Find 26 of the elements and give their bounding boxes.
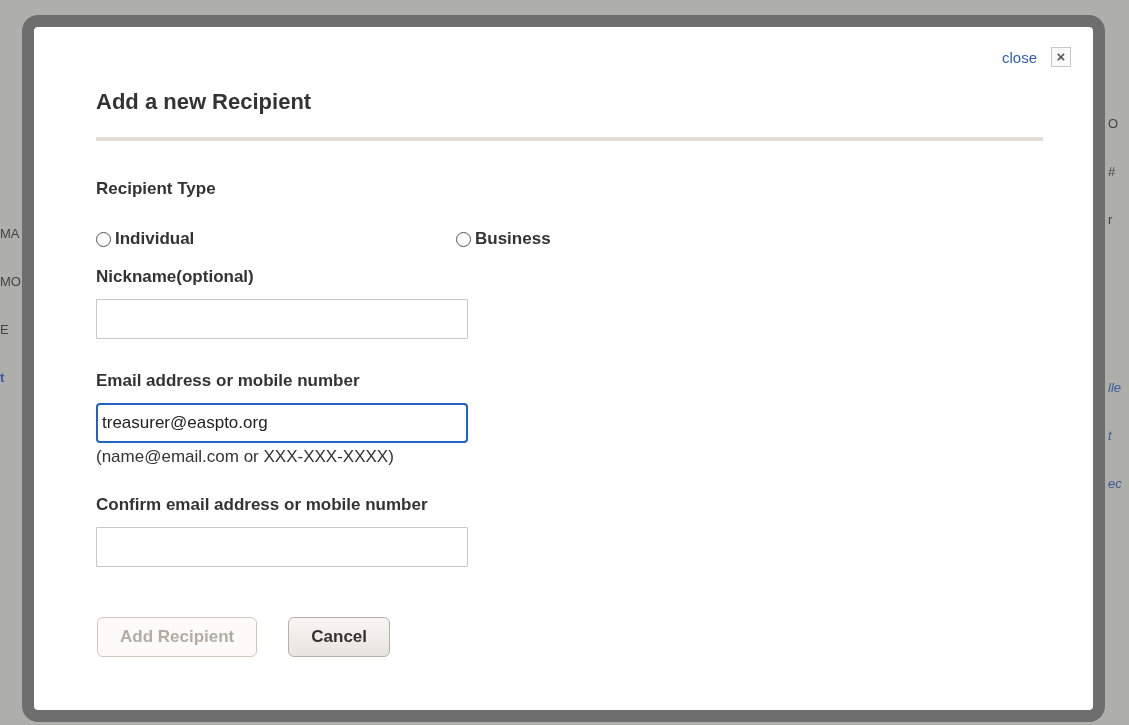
page-text[interactable]: t [1108,412,1114,460]
radio-label: Business [475,229,551,249]
cancel-button[interactable]: Cancel [288,617,391,657]
input-field[interactable]: treasurer@easpto.org [96,403,468,443]
radio-label: Individual [115,229,195,249]
field-label: Nickname(optional) [96,267,255,287]
input-field[interactable] [96,527,468,567]
hint-text: (name@email.com or XXX-XXX-XXXX) [96,447,395,467]
dialog-title: Add a new Recipient [96,89,312,115]
page-text: r [1108,211,1114,229]
page-text[interactable]: t [0,354,7,402]
radio-button[interactable] [96,231,111,247]
close-button[interactable]: × [1051,47,1071,67]
field-label: Recipient Type [96,179,216,199]
page-text: O [1108,115,1120,133]
input-field[interactable] [96,299,468,339]
close-link[interactable]: close [1001,48,1037,66]
page-text[interactable]: ec [1108,460,1124,508]
page-text: E [0,321,10,339]
page-text[interactable]: lle [1108,364,1123,412]
page-text: # [1108,163,1117,181]
field-label: Confirm email address or mobile number [96,495,429,515]
radio-button[interactable] [456,231,471,247]
field-label: Email address or mobile number [96,371,361,391]
page-text: MA [0,225,21,243]
page-text: MO [0,273,22,291]
